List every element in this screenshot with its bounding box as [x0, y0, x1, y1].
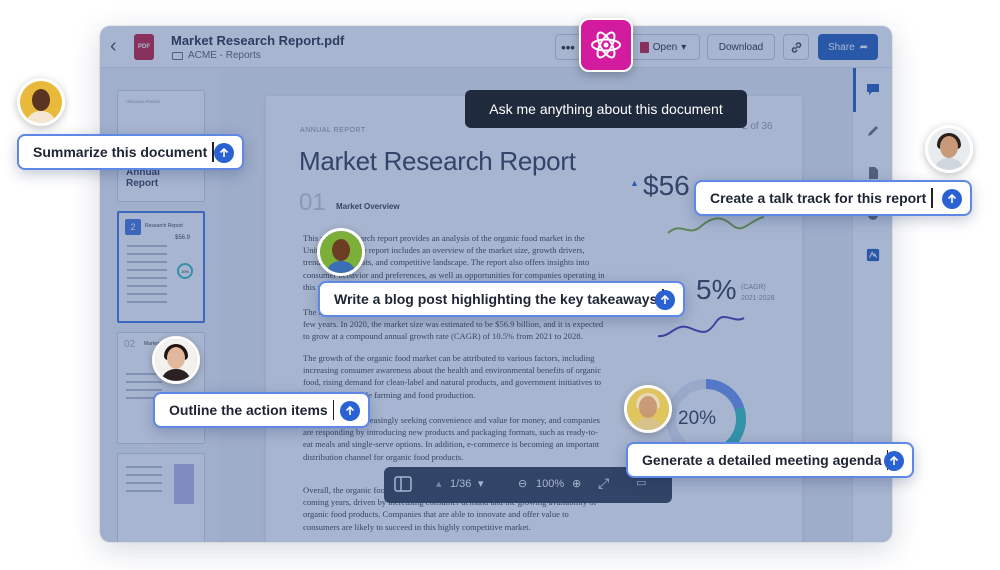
arrow-up-icon	[889, 456, 899, 465]
section-number: 01	[299, 189, 326, 216]
zoom-level[interactable]: 100%	[536, 478, 564, 490]
ai-assistant-icon[interactable]	[579, 18, 633, 72]
user-avatar	[17, 78, 65, 126]
arrow-up-icon	[660, 295, 670, 304]
zoom-out-icon[interactable]: ⊖	[518, 477, 527, 490]
prompt-meeting-agenda[interactable]: Generate a detailed meeting agenda	[626, 442, 914, 478]
copy-link-button[interactable]	[783, 34, 809, 60]
share-label: Share	[827, 41, 855, 53]
cagr-title: (CAGR)	[741, 284, 766, 291]
back-arrow-icon[interactable]: ‹	[110, 36, 117, 56]
prompt-text: Outline the action items	[169, 402, 328, 418]
report-title: Market Research Report	[299, 146, 576, 176]
chevron-down-icon: ▾	[681, 41, 687, 53]
user-avatar	[152, 336, 200, 384]
page-number-badge: 2	[125, 219, 141, 235]
pdf-icon	[639, 41, 649, 53]
thumbnail-title: ORGANIC FOODS	[126, 99, 161, 104]
open-button[interactable]: Open ▾	[626, 34, 700, 60]
prompt-text: Summarize this document	[33, 144, 208, 160]
prompt-talk-track[interactable]: Create a talk track for this report	[694, 180, 972, 216]
share-button[interactable]: Share ➦	[818, 34, 878, 60]
cagr-years: 2021-2028	[741, 295, 775, 302]
cagr-stat: 5%	[696, 274, 737, 305]
prompt-action-items[interactable]: Outline the action items	[153, 392, 370, 428]
prev-page-icon[interactable]: ▴	[436, 477, 442, 490]
arrow-up-icon	[219, 148, 229, 157]
prompt-blog-post[interactable]: Write a blog post highlighting the key t…	[318, 281, 685, 317]
fullscreen-icon[interactable]: ⤢	[598, 475, 609, 492]
user-avatar	[925, 125, 973, 173]
thumbnail-title: Research Report	[145, 223, 183, 229]
send-button[interactable]	[655, 290, 675, 310]
donut-percent: 20%	[678, 408, 717, 429]
chat-icon[interactable]	[865, 82, 881, 96]
thumbnail-heading: Annual Report	[126, 167, 160, 189]
send-button[interactable]	[942, 189, 962, 209]
thumbnail-bar-graphic	[174, 464, 194, 504]
send-button[interactable]	[340, 401, 360, 421]
thumbnail-stat: $56.9	[175, 235, 191, 241]
folder-icon	[172, 52, 183, 60]
send-button[interactable]	[214, 143, 234, 163]
trend-up-icon: ▲	[630, 178, 639, 188]
page-thumbnail-active[interactable]: 2 Research Report $56.9 10%	[117, 211, 205, 323]
open-label: Open	[652, 41, 678, 53]
document-info-icon[interactable]	[865, 166, 881, 180]
text-caret	[931, 188, 933, 208]
user-avatar	[317, 228, 365, 276]
prompt-summarize[interactable]: Summarize this document	[17, 134, 244, 170]
signature-icon[interactable]	[865, 248, 881, 262]
send-button[interactable]	[884, 451, 904, 471]
page-kicker: ANNUAL REPORT	[300, 127, 366, 134]
ai-tooltip: Ask me anything about this document	[465, 90, 747, 128]
prompt-text: Create a talk track for this report	[710, 190, 927, 206]
zoom-in-icon[interactable]: ⊕	[572, 477, 581, 490]
page-thumbnail[interactable]	[117, 453, 205, 542]
rail-selection-indicator	[853, 68, 856, 112]
breadcrumb[interactable]: ACME - Reports	[188, 50, 261, 61]
user-avatar	[624, 385, 672, 433]
top-toolbar: ‹ PDF Market Research Report.pdf ACME - …	[100, 26, 892, 68]
pdf-file-icon: PDF	[134, 34, 154, 60]
section-title: Market Overview	[336, 202, 400, 211]
pen-icon[interactable]	[865, 124, 881, 138]
download-button[interactable]: Download	[707, 34, 775, 60]
more-options-button[interactable]: •••	[555, 34, 581, 60]
thumbnail-section-number: 02	[124, 339, 136, 350]
prompt-text: Generate a detailed meeting agenda	[642, 452, 882, 468]
sidebar-toggle-icon[interactable]	[394, 475, 412, 493]
text-caret	[332, 400, 335, 420]
thumbnail-donut: 10%	[177, 263, 193, 279]
arrow-up-icon	[345, 406, 355, 415]
share-arrow-icon: ➦	[859, 41, 869, 53]
link-icon	[791, 41, 801, 53]
page-indicator[interactable]: 1/36	[450, 478, 471, 490]
cagr-label: (CAGR) 2021-2028	[741, 282, 774, 304]
file-name: Market Research Report.pdf	[171, 33, 345, 48]
atom-icon	[591, 31, 621, 59]
arrow-up-icon	[947, 194, 957, 203]
page-dropdown-icon[interactable]: ▾	[478, 477, 484, 490]
market-size-stat: $56	[643, 170, 690, 201]
prompt-text: Write a blog post highlighting the key t…	[334, 291, 658, 307]
